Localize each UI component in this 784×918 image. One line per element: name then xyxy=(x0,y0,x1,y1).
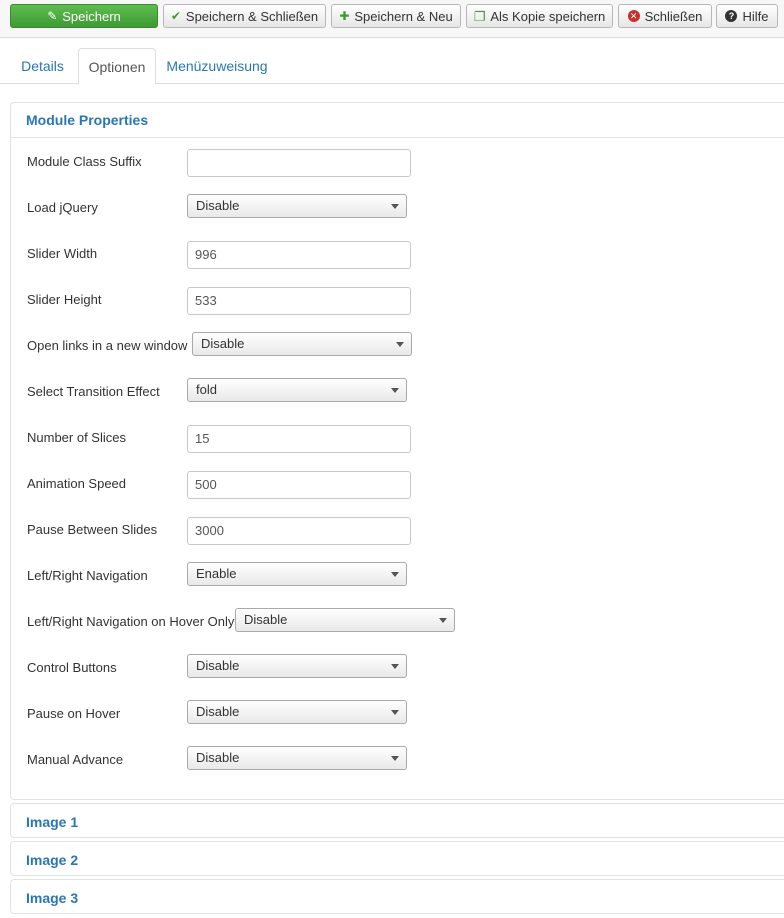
field-row-control-buttons: Control Buttons Disable xyxy=(27,654,767,681)
help-label: Hilfe xyxy=(742,8,769,24)
chevron-down-icon xyxy=(391,572,399,577)
panel-title[interactable]: Module Properties xyxy=(11,103,784,138)
load-jquery-select[interactable]: Disable xyxy=(187,194,407,218)
tab-bar: Details Optionen Menüzuweisung xyxy=(0,48,784,85)
save-close-button[interactable]: ✔ Speichern & Schließen xyxy=(163,4,326,28)
tab-menuzuweisung-label: Menüzuweisung xyxy=(166,58,268,74)
module-properties-panel: Module Properties Module Class Suffix Lo… xyxy=(10,102,784,800)
manual-advance-select[interactable]: Disable xyxy=(187,746,407,770)
pause-between-label: Pause Between Slides xyxy=(27,522,158,537)
load-jquery-value: Disable xyxy=(196,198,240,213)
chevron-down-icon xyxy=(391,388,399,393)
toolbar: ✎ Speichern ✔ Speichern & Schließen ✚ Sp… xyxy=(0,0,784,38)
close-button[interactable]: ✕ Schließen xyxy=(618,4,712,28)
chevron-down-icon xyxy=(439,618,447,623)
save-copy-label: Als Kopie speichern xyxy=(490,8,606,24)
transition-value: fold xyxy=(196,382,217,397)
chevron-down-icon xyxy=(396,342,404,347)
load-jquery-label: Load jQuery xyxy=(27,200,98,215)
chevron-down-icon xyxy=(391,756,399,761)
transition-label: Select Transition Effect xyxy=(27,384,160,399)
image-2-title: Image 2 xyxy=(26,851,79,868)
anim-speed-label: Animation Speed xyxy=(27,476,127,491)
open-links-value: Disable xyxy=(201,336,245,351)
lr-nav-hover-label: Left/Right Navigation on Hover Only xyxy=(27,614,235,629)
pause-hover-label: Pause on Hover xyxy=(27,706,121,721)
field-row-pause-hover: Pause on Hover Disable xyxy=(27,700,767,727)
image-1-panel[interactable]: Image 1 xyxy=(10,803,784,838)
slices-label: Number of Slices xyxy=(27,430,126,445)
image-1-header[interactable]: Image 1 xyxy=(11,804,784,839)
class-suffix-label: Module Class Suffix xyxy=(27,154,142,169)
field-row-slices: Number of Slices 15 xyxy=(27,425,767,453)
image-3-title: Image 3 xyxy=(26,889,79,906)
tab-details-label: Details xyxy=(21,58,64,74)
save-button[interactable]: ✎ Speichern xyxy=(10,4,158,28)
field-row-load-jquery: Load jQuery Disable xyxy=(27,194,767,221)
slider-width-label: Slider Width xyxy=(27,246,98,261)
edit-icon: ✎ xyxy=(47,9,58,23)
slider-height-input[interactable]: 533 xyxy=(187,287,411,315)
lr-nav-hover-value: Disable xyxy=(244,612,288,627)
control-buttons-select[interactable]: Disable xyxy=(187,654,407,678)
pause-between-input[interactable]: 3000 xyxy=(187,517,411,545)
copy-icon: ❐ xyxy=(473,8,486,24)
close-label: Schließen xyxy=(644,8,703,24)
class-suffix-input[interactable] xyxy=(187,149,411,177)
manual-advance-value: Disable xyxy=(196,750,240,765)
field-row-lr-nav: Left/Right Navigation Enable xyxy=(27,562,767,589)
slices-input[interactable]: 15 xyxy=(187,425,411,453)
anim-speed-input[interactable]: 500 xyxy=(187,471,411,499)
lr-nav-hover-select[interactable]: Disable xyxy=(235,608,455,632)
field-row-anim-speed: Animation Speed 500 xyxy=(27,471,767,499)
plus-icon: ✚ xyxy=(339,9,350,23)
pause-hover-select[interactable]: Disable xyxy=(187,700,407,724)
chevron-down-icon xyxy=(391,710,399,715)
open-links-select[interactable]: Disable xyxy=(192,332,412,356)
save-close-label: Speichern & Schließen xyxy=(185,8,319,24)
field-row-class-suffix: Module Class Suffix xyxy=(27,149,767,177)
field-row-manual-advance: Manual Advance Disable xyxy=(27,746,767,773)
field-row-slider-width: Slider Width 996 xyxy=(27,241,767,269)
chevron-down-icon xyxy=(391,204,399,209)
help-icon: ? xyxy=(725,10,738,22)
image-3-panel[interactable]: Image 3 xyxy=(10,879,784,914)
tab-optionen[interactable]: Optionen xyxy=(78,48,156,85)
image-2-header[interactable]: Image 2 xyxy=(11,842,784,877)
transition-select[interactable]: fold xyxy=(187,378,407,402)
field-row-lr-nav-hover: Left/Right Navigation on Hover Only Disa… xyxy=(27,608,767,635)
control-buttons-label: Control Buttons xyxy=(27,660,117,675)
lr-nav-label: Left/Right Navigation xyxy=(27,568,148,583)
field-row-transition: Select Transition Effect fold xyxy=(27,378,767,405)
chevron-down-icon xyxy=(391,664,399,669)
save-button-label: Speichern xyxy=(62,8,121,24)
field-row-pause-between: Pause Between Slides 3000 xyxy=(27,517,767,545)
control-buttons-value: Disable xyxy=(196,658,240,673)
image-3-header[interactable]: Image 3 xyxy=(11,880,784,915)
manual-advance-label: Manual Advance xyxy=(27,752,124,767)
save-new-label: Speichern & Neu xyxy=(354,8,453,24)
image-1-title: Image 1 xyxy=(26,813,79,830)
open-links-label: Open links in a new window xyxy=(27,338,188,353)
tab-details[interactable]: Details xyxy=(10,48,75,84)
field-row-open-links: Open links in a new window Disable xyxy=(27,332,767,359)
check-icon: ✔ xyxy=(170,9,181,23)
slider-height-label: Slider Height xyxy=(27,292,102,307)
tab-menuzuweisung[interactable]: Menüzuweisung xyxy=(160,48,274,84)
field-row-slider-height: Slider Height 533 xyxy=(27,287,767,315)
slider-width-input[interactable]: 996 xyxy=(187,241,411,269)
save-new-button[interactable]: ✚ Speichern & Neu xyxy=(331,4,461,28)
save-copy-button[interactable]: ❐ Als Kopie speichern xyxy=(466,4,613,28)
lr-nav-select[interactable]: Enable xyxy=(187,562,407,586)
pause-hover-value: Disable xyxy=(196,704,240,719)
lr-nav-value: Enable xyxy=(196,566,237,581)
close-icon: ✕ xyxy=(627,10,640,22)
help-button[interactable]: ? Hilfe xyxy=(716,4,778,28)
image-2-panel[interactable]: Image 2 xyxy=(10,841,784,876)
tab-optionen-label: Optionen xyxy=(88,58,146,75)
panel-title-text: Module Properties xyxy=(26,112,149,128)
